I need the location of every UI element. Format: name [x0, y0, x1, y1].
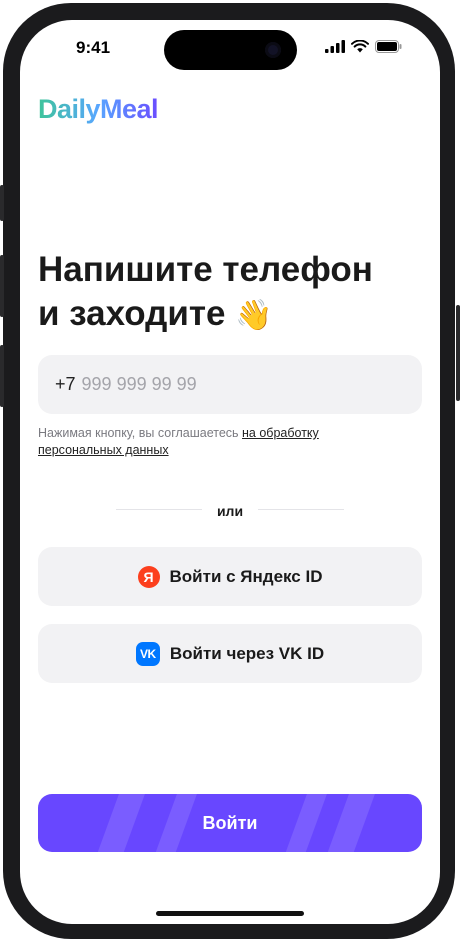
- submit-button[interactable]: Войти: [38, 794, 422, 852]
- front-camera: [265, 42, 281, 58]
- consent-text: Нажимая кнопку, вы соглашаетесь на обраб…: [38, 425, 368, 459]
- button-stripe: [93, 794, 149, 852]
- submit-label: Войти: [202, 812, 258, 833]
- consent-prefix: Нажимая кнопку, вы соглашаетесь: [38, 426, 243, 440]
- volume-up-button: [0, 255, 4, 317]
- headline-line-2: и заходите: [38, 294, 226, 333]
- phone-prefix: +7: [55, 374, 76, 394]
- phone-input[interactable]: +7 999 999 99 99: [38, 355, 422, 414]
- screen: 9:41 DailyMeal Напишите телефон и заходи…: [20, 20, 440, 924]
- button-stripe: [323, 794, 379, 852]
- yandex-login-label: Войти с Яндекс ID: [169, 566, 323, 586]
- vk-login-label: Войти через VK ID: [169, 643, 325, 663]
- battery-icon: [375, 40, 402, 53]
- dynamic-island: [164, 30, 297, 70]
- waving-hand-icon: 👋: [235, 299, 273, 332]
- divider-right: [258, 509, 344, 510]
- headline-line-1: Напишите телефон: [38, 250, 373, 289]
- signal-icon: [325, 40, 345, 53]
- status-icons: [325, 40, 402, 53]
- wifi-icon: [351, 40, 369, 53]
- vk-login-button[interactable]: VK Войти через VK ID: [38, 624, 422, 683]
- home-indicator: [156, 911, 304, 916]
- app-logo: DailyMeal: [38, 94, 159, 124]
- button-stripe: [281, 794, 331, 852]
- power-button: [456, 305, 460, 401]
- vk-icon: VK: [135, 641, 160, 666]
- status-time: 9:41: [76, 38, 111, 57]
- or-label: или: [216, 503, 244, 519]
- button-stripe: [151, 794, 201, 852]
- action-button: [0, 185, 4, 221]
- page-title: Напишите телефон и заходите 👋: [38, 248, 418, 338]
- yandex-icon: Я: [137, 565, 160, 588]
- phone-placeholder: 999 999 99 99: [81, 374, 197, 394]
- volume-down-button: [0, 345, 4, 407]
- yandex-login-button[interactable]: Я Войти с Яндекс ID: [38, 547, 422, 606]
